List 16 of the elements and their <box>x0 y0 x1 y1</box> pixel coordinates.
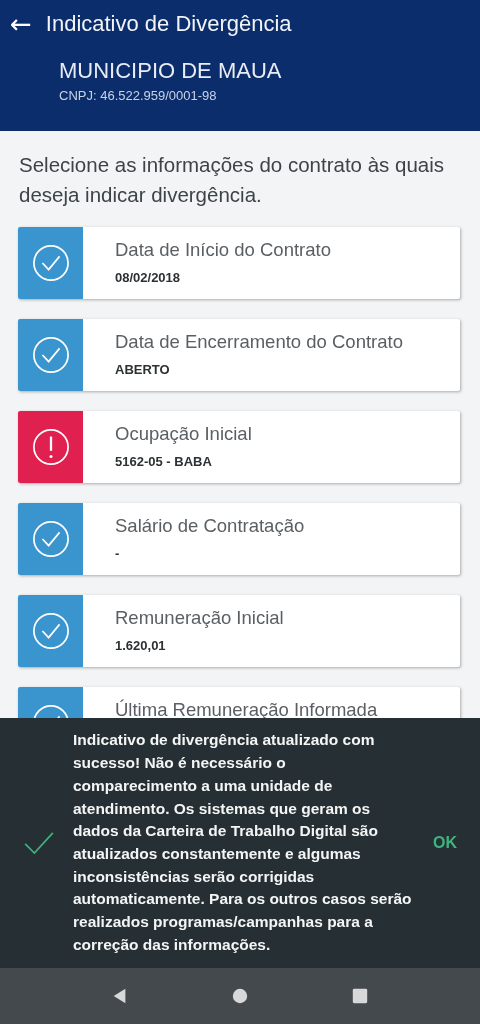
employer-cnpj: CNPJ: 46.522.959/0001-98 <box>59 88 218 103</box>
item-title: Data de Encerramento do Contrato <box>115 331 403 353</box>
snackbar-message: Indicativo de divergência atualizado com sucesso! Não é necessário o comparecimento a uma unidade de atendimento. Os sistemas que geram os dados da Carteira de Trabalho Digital são atualizados constantemente e algumas inconsistências serão corrigidas automaticamente. Para os outros casos serão realizados programas/campanhas para a correção das informações. <box>73 730 413 955</box>
item-value: 5162-05 - BABA <box>115 454 213 469</box>
item-value: 08/02/2018 <box>115 270 182 285</box>
employer-name: MUNICIPIO DE MAUA <box>59 58 283 84</box>
item-title: Ocupação Inicial <box>115 423 252 445</box>
item-title: Remuneração Inicial <box>115 607 284 629</box>
item-value: ABERTO <box>115 362 171 377</box>
item-value: 1.620,01 <box>115 638 167 653</box>
item-title: Data de Início do Contrato <box>115 239 331 261</box>
item-title: Salário de Contratação <box>115 515 305 537</box>
screen-title: Indicativo de Divergência <box>45 11 292 37</box>
item-value: - <box>115 546 121 561</box>
item-title: Última Remuneração Informada <box>115 699 378 721</box>
instruction-text: Selecione as informações do contrato às quais deseja indicar divergência. <box>19 152 446 208</box>
